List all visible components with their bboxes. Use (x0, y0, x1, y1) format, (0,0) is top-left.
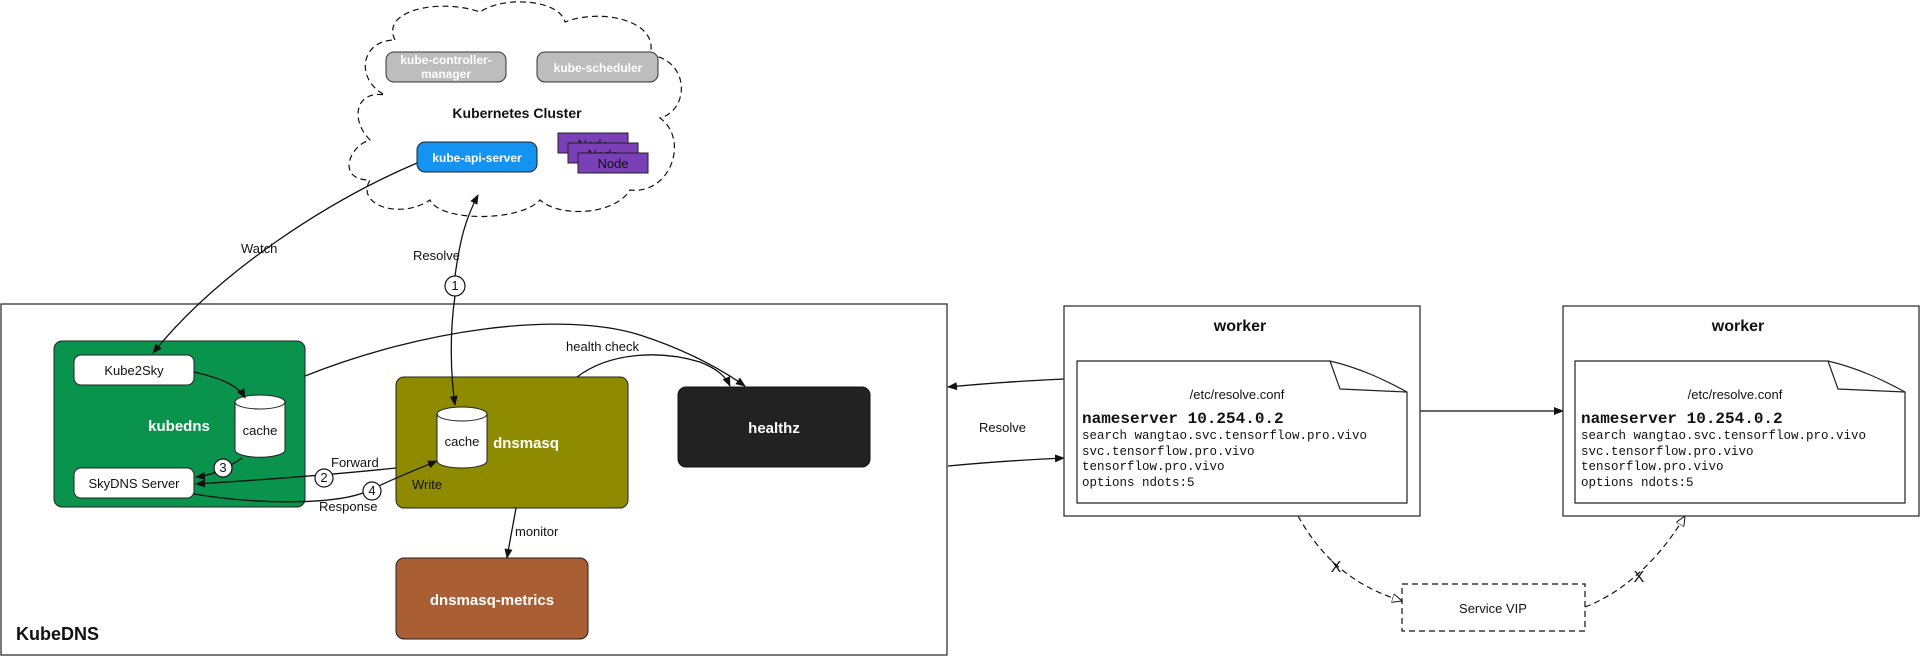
worker-1-title: worker (1213, 318, 1266, 335)
healthz-label: healthz (748, 420, 800, 437)
write-label: Write (412, 477, 442, 492)
kubernetes-cluster: Kubernetes Cluster kube-controller- mana… (348, 1, 682, 218)
kubedns-cache-cylinder[interactable]: cache (234, 394, 286, 458)
controller-manager-label-line2: manager (421, 67, 471, 81)
worker-2-title: worker (1711, 318, 1764, 335)
step-2-badge: 2 (314, 468, 334, 488)
dnsmasq-metrics-label: dnsmasq-metrics (430, 592, 554, 609)
worker-2[interactable]: worker /etc/resolve.conf nameserver 10.2… (1562, 305, 1920, 517)
conf-line: tensorflow.pro.vivo (1581, 460, 1724, 474)
kubedns-pod-title: KubeDNS (16, 624, 99, 644)
kubedns-label: kubedns (148, 418, 210, 435)
worker1-to-vip-edge[interactable] (1297, 515, 1402, 601)
scheduler-label: kube-scheduler (554, 61, 643, 75)
kube2sky-box[interactable]: Kube2Sky (73, 354, 195, 386)
blocked-x-marker-2: X (1634, 569, 1645, 586)
step-1-badge: 1 (444, 275, 466, 297)
nameserver-line-2: nameserver 10.254.0.2 (1581, 410, 1783, 428)
kubedns-architecture-diagram: Kubernetes Cluster kube-controller- mana… (0, 1, 1920, 656)
file-name-2: /etc/resolve.conf (1688, 387, 1783, 402)
api-server-label: kube-api-server (432, 151, 522, 165)
step-3-number: 3 (219, 460, 226, 475)
dnsmasq-cache-cylinder[interactable]: cache (436, 406, 488, 469)
worker-to-kubedns-edge[interactable] (947, 378, 1065, 391)
kubedns-cache-label: cache (243, 423, 278, 438)
step-4-badge: 4 (362, 481, 382, 501)
kube-api-server[interactable]: kube-api-server (416, 141, 538, 173)
conf-line: search wangtao.svc.tensorflow.pro.vivo (1082, 429, 1367, 443)
resolve-api-edge[interactable] (454, 194, 479, 277)
conf-line: svc.tensorflow.pro.vivo (1082, 445, 1255, 459)
skydns-label: SkyDNS Server (88, 476, 180, 491)
step-3-badge: 3 (213, 458, 233, 478)
resolve-conf-file-1[interactable]: /etc/resolve.conf nameserver 10.254.0.2 … (1076, 360, 1408, 504)
blocked-x-marker-1: X (1331, 559, 1342, 576)
monitor-label: monitor (515, 524, 559, 539)
step-1-number: 1 (451, 278, 458, 293)
edges: Watch Resolve 1 3 Forward 2 Response Wri… (152, 162, 1685, 608)
watch-label: Watch (241, 241, 277, 256)
service-vip[interactable]: Service VIP (1401, 583, 1586, 632)
conf-line: options ndots:5 (1581, 476, 1694, 490)
health-check-label: health check (566, 339, 639, 354)
conf-line: svc.tensorflow.pro.vivo (1581, 445, 1754, 459)
nameserver-line-1: nameserver 10.254.0.2 (1082, 410, 1284, 428)
step-4-number: 4 (368, 483, 375, 498)
conf-line: search wangtao.svc.tensorflow.pro.vivo (1581, 429, 1866, 443)
vip-to-worker2-edge[interactable] (1584, 516, 1685, 608)
node-label: Node (597, 156, 628, 171)
kubedns-to-worker-edge[interactable] (947, 454, 1065, 467)
service-vip-label: Service VIP (1459, 601, 1527, 616)
kube-controller-manager[interactable]: kube-controller- manager (385, 51, 507, 83)
kube2sky-label: Kube2Sky (104, 363, 164, 378)
cluster-title: Kubernetes Cluster (452, 105, 582, 121)
dnsmasq-cache-label: cache (445, 434, 480, 449)
node-box[interactable]: Node (577, 152, 649, 174)
conf-line: tensorflow.pro.vivo (1082, 460, 1225, 474)
resolve-up-label: Resolve (413, 248, 460, 263)
kubedns-pod: KubeDNS kubedns Kube2Sky cache SkyDNS Se… (0, 303, 948, 656)
watch-edge[interactable] (152, 162, 418, 354)
node-stack: Node Node Node (557, 132, 649, 174)
file-name-1: /etc/resolve.conf (1190, 387, 1285, 402)
skydns-server-box[interactable]: SkyDNS Server (73, 467, 195, 499)
response-label: Response (319, 499, 378, 514)
kube-scheduler[interactable]: kube-scheduler (536, 51, 659, 83)
dnsmasq-metrics-container[interactable]: dnsmasq-metrics (395, 557, 589, 640)
dnsmasq-label: dnsmasq (493, 435, 559, 452)
conf-line: options ndots:5 (1082, 476, 1195, 490)
kubedns-container[interactable]: kubedns Kube2Sky cache SkyDNS Server (53, 340, 306, 508)
step-2-number: 2 (320, 470, 327, 485)
resolve-worker-label: Resolve (979, 420, 1026, 435)
forward-label: Forward (331, 455, 379, 470)
controller-manager-label-line1: kube-controller- (400, 53, 491, 67)
worker-1[interactable]: worker /etc/resolve.conf nameserver 10.2… (1063, 305, 1421, 517)
resolve-conf-file-2[interactable]: /etc/resolve.conf nameserver 10.254.0.2 … (1574, 360, 1906, 504)
healthz-container[interactable]: healthz (677, 386, 871, 468)
